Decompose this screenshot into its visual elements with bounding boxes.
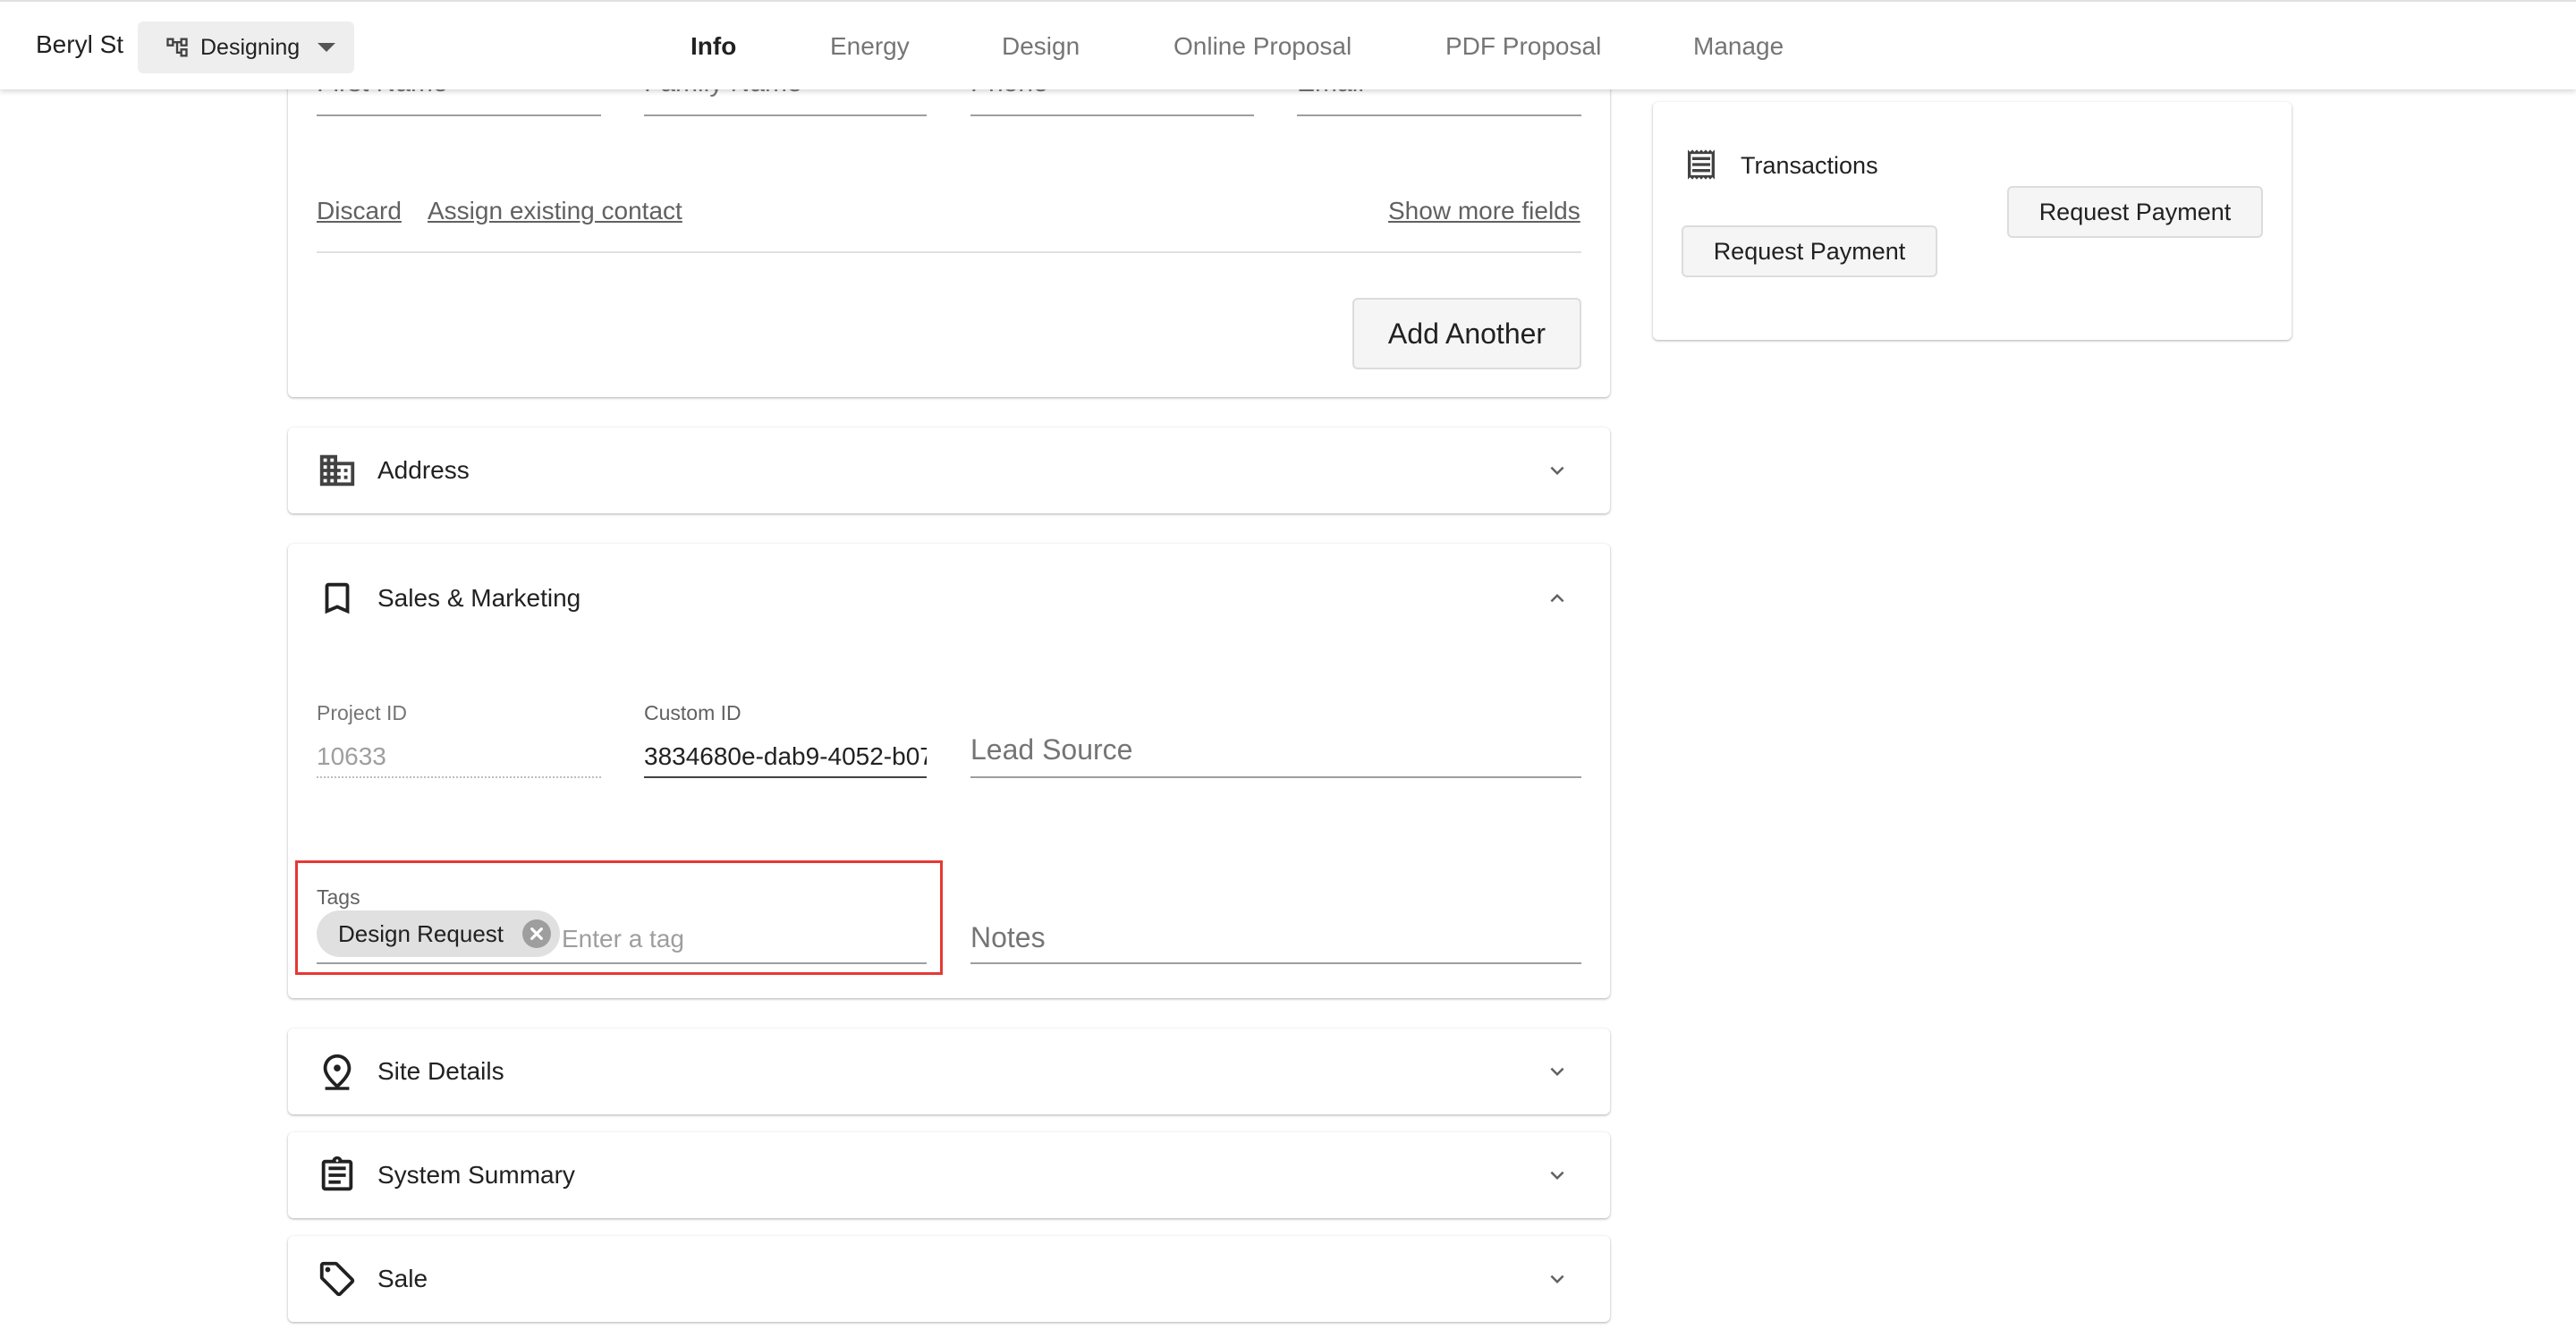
- request-payment-button-secondary[interactable]: Request Payment: [1682, 225, 1937, 277]
- address-section[interactable]: [288, 428, 1610, 513]
- clipboard-icon: [321, 1156, 353, 1191]
- notes-placeholder: Notes: [970, 921, 1046, 953]
- chevron-up-icon[interactable]: [1544, 585, 1571, 612]
- chevron-down-icon[interactable]: [1544, 1266, 1571, 1292]
- sale-section[interactable]: [288, 1236, 1610, 1322]
- tab-manage[interactable]: Manage: [1693, 32, 1784, 61]
- contact-divider: [317, 251, 1581, 253]
- tab-energy[interactable]: Energy: [830, 32, 910, 61]
- tab-pdf-proposal[interactable]: PDF Proposal: [1445, 32, 1601, 61]
- system-summary-title: System Summary: [377, 1161, 575, 1189]
- add-another-button[interactable]: Add Another: [1352, 298, 1581, 369]
- building-icon: [319, 454, 355, 487]
- project-id-underline: [317, 776, 601, 778]
- tree-icon: [166, 38, 188, 57]
- top-bar: Beryl St Designing Info Energy Design On…: [0, 0, 2576, 89]
- project-name: Beryl St: [36, 30, 124, 58]
- project-id-value: 10633: [317, 742, 386, 770]
- chevron-down-icon[interactable]: [1544, 1058, 1571, 1085]
- lead-source-placeholder: Lead Source: [970, 733, 1133, 766]
- tags-highlight-box: [295, 860, 943, 975]
- location-pin-icon: [323, 1054, 352, 1090]
- tab-info[interactable]: Info: [691, 32, 736, 61]
- chevron-down-icon[interactable]: [1544, 457, 1571, 484]
- custom-id-label: Custom ID: [644, 701, 741, 724]
- receipt-icon: [1688, 149, 1715, 180]
- sales-marketing-title: Sales & Marketing: [377, 584, 581, 612]
- transactions-title: Transactions: [1741, 152, 1878, 179]
- site-details-title: Site Details: [377, 1057, 504, 1085]
- stage-dropdown[interactable]: Designing: [138, 21, 354, 73]
- discard-link[interactable]: Discard: [317, 197, 402, 225]
- chevron-down-icon[interactable]: [1544, 1162, 1571, 1189]
- stage-label: Designing: [200, 34, 301, 60]
- tag-icon: [319, 1261, 355, 1297]
- show-more-fields-link[interactable]: Show more fields: [1388, 197, 1580, 225]
- project-id-label: Project ID: [317, 701, 407, 724]
- transactions-card: Transactions Request Payment Request Pay…: [1653, 102, 2292, 340]
- request-payment-button-primary[interactable]: Request Payment: [2007, 186, 2263, 238]
- assign-existing-contact-link[interactable]: Assign existing contact: [428, 197, 682, 225]
- tab-online-proposal[interactable]: Online Proposal: [1174, 32, 1352, 61]
- tab-design[interactable]: Design: [1002, 32, 1080, 61]
- sale-title: Sale: [377, 1265, 428, 1292]
- custom-id-value: 3834680e-dab9-4052-b07: [644, 742, 927, 770]
- caret-down-icon: [318, 43, 336, 52]
- address-title: Address: [377, 456, 470, 484]
- bookmark-icon: [325, 582, 350, 614]
